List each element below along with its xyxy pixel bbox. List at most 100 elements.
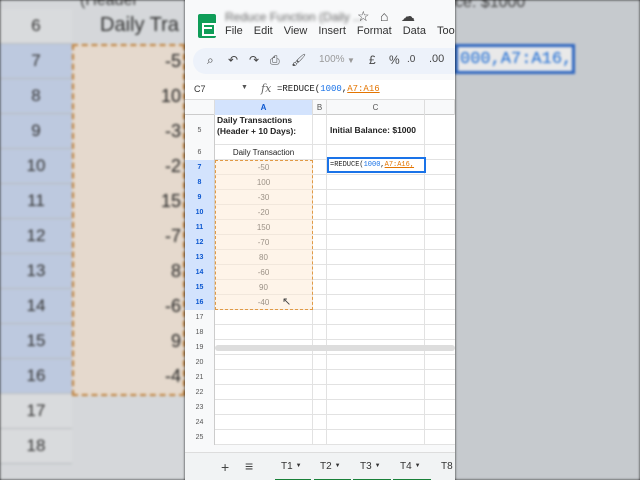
star-icon[interactable]: ☆ (357, 8, 370, 25)
cell-c[interactable] (327, 370, 425, 385)
cell-a[interactable] (215, 310, 313, 325)
print-icon[interactable]: ⎙ (270, 53, 280, 68)
cell-b[interactable] (313, 205, 327, 220)
cell-c5[interactable]: Initial Balance: $1000 (327, 115, 425, 145)
row-header[interactable]: 7 (185, 160, 215, 175)
percent-format-button[interactable]: % (389, 53, 400, 67)
cell-a[interactable]: 80 (215, 250, 313, 265)
cloud-status-icon[interactable]: ☁ (401, 8, 415, 25)
row-header[interactable]: 15 (185, 280, 215, 295)
cell-d[interactable] (425, 190, 455, 205)
sheet-tab-t4[interactable]: T4 ▼ (400, 461, 421, 472)
cell-b[interactable] (313, 160, 327, 175)
cell-c[interactable] (327, 415, 425, 430)
cell-c[interactable] (327, 295, 425, 310)
row-header[interactable]: 17 (185, 310, 215, 325)
cell-c[interactable] (327, 235, 425, 250)
cell-a[interactable]: 90 (215, 280, 313, 295)
cell-b[interactable] (313, 370, 327, 385)
menu-view[interactable]: View (284, 25, 308, 41)
cell-d[interactable] (425, 355, 455, 370)
cell-b[interactable] (313, 175, 327, 190)
cell-c[interactable] (327, 355, 425, 370)
cell-c[interactable] (327, 430, 425, 445)
cell-d[interactable] (425, 295, 455, 310)
sheet-tab-t3[interactable]: T3 ▼ (360, 461, 381, 472)
cell-d[interactable] (425, 205, 455, 220)
row-header[interactable]: 19 (185, 340, 215, 355)
row-header[interactable]: 18 (185, 325, 215, 340)
cell-a[interactable]: 150 (215, 220, 313, 235)
cell-a[interactable]: -70 (215, 235, 313, 250)
row-header[interactable]: 20 (185, 355, 215, 370)
all-sheets-button[interactable]: ≡ (245, 458, 253, 474)
zoom-dropdown-icon[interactable]: ▼ (347, 56, 355, 65)
sheet-tab-t8[interactable]: T8 (441, 461, 453, 472)
cell-b[interactable] (313, 310, 327, 325)
cell-a[interactable]: 100 (215, 175, 313, 190)
row-header[interactable]: 12 (185, 235, 215, 250)
sheets-logo-icon[interactable] (198, 14, 216, 38)
horizontal-scrollbar[interactable] (215, 345, 455, 351)
menu-format[interactable]: Format (357, 25, 392, 41)
document-title[interactable]: Reduce Function (Daily ... (225, 10, 363, 24)
cell-d[interactable] (425, 235, 455, 250)
zoom-select[interactable]: 100% (319, 54, 345, 65)
cell-c[interactable] (327, 220, 425, 235)
cell-a[interactable] (215, 325, 313, 340)
cell-c[interactable] (327, 175, 425, 190)
row-header[interactable]: 10 (185, 205, 215, 220)
row-header[interactable]: 16 (185, 295, 215, 310)
row-header[interactable]: 6 (185, 145, 215, 160)
cell-d[interactable] (425, 370, 455, 385)
cell-b[interactable] (313, 430, 327, 445)
cell-b[interactable] (313, 325, 327, 340)
cell-c[interactable] (327, 250, 425, 265)
cell-d[interactable] (425, 310, 455, 325)
currency-format-button[interactable]: £ (369, 53, 376, 67)
cell-b[interactable] (313, 235, 327, 250)
menu-edit[interactable]: Edit (254, 25, 273, 41)
row-header[interactable]: 8 (185, 175, 215, 190)
cell-a[interactable] (215, 370, 313, 385)
search-menus-icon[interactable]: ⌕ (207, 53, 214, 68)
cell-b[interactable] (313, 415, 327, 430)
cell-c[interactable] (327, 385, 425, 400)
cell-b[interactable] (313, 385, 327, 400)
formula-input[interactable]: =REDUCE(1000,A7:A16 (277, 84, 380, 94)
cell-d[interactable] (425, 280, 455, 295)
cell-b6[interactable] (313, 145, 327, 160)
cell-d[interactable] (425, 325, 455, 340)
cell-a[interactable] (215, 430, 313, 445)
cell-a[interactable] (215, 355, 313, 370)
cell-d[interactable] (425, 265, 455, 280)
cell-a[interactable]: -30 (215, 190, 313, 205)
cell-b[interactable] (313, 295, 327, 310)
name-box-dropdown-icon[interactable]: ▼ (241, 84, 248, 91)
row-header[interactable]: 24 (185, 415, 215, 430)
cell-c[interactable] (327, 325, 425, 340)
paint-format-icon[interactable]: 🖌 (291, 53, 306, 67)
undo-icon[interactable]: ↶ (228, 53, 238, 67)
menu-tools[interactable]: Tools (437, 25, 455, 41)
cell-c[interactable] (327, 280, 425, 295)
row-header[interactable]: 11 (185, 220, 215, 235)
row-header[interactable]: 13 (185, 250, 215, 265)
cell-a6[interactable]: Daily Transaction (215, 145, 313, 160)
row-header[interactable]: 5 (185, 115, 215, 145)
add-sheet-button[interactable]: + (221, 459, 229, 475)
column-header-c[interactable]: C (327, 100, 425, 115)
menu-insert[interactable]: Insert (318, 25, 346, 41)
cell-a[interactable] (215, 385, 313, 400)
cell-a[interactable] (215, 415, 313, 430)
decrease-decimal-button[interactable]: .0 (407, 54, 415, 65)
menu-file[interactable]: File (225, 25, 243, 41)
cell-d[interactable] (425, 250, 455, 265)
select-all-corner[interactable] (185, 100, 215, 115)
cell-a[interactable]: -40 (215, 295, 313, 310)
cell-c[interactable] (327, 265, 425, 280)
sheet-tab-t1[interactable]: T1 ▼ (281, 461, 302, 472)
cell-d6[interactable] (425, 145, 455, 160)
column-header-b[interactable]: B (313, 100, 327, 115)
cell-b[interactable] (313, 265, 327, 280)
